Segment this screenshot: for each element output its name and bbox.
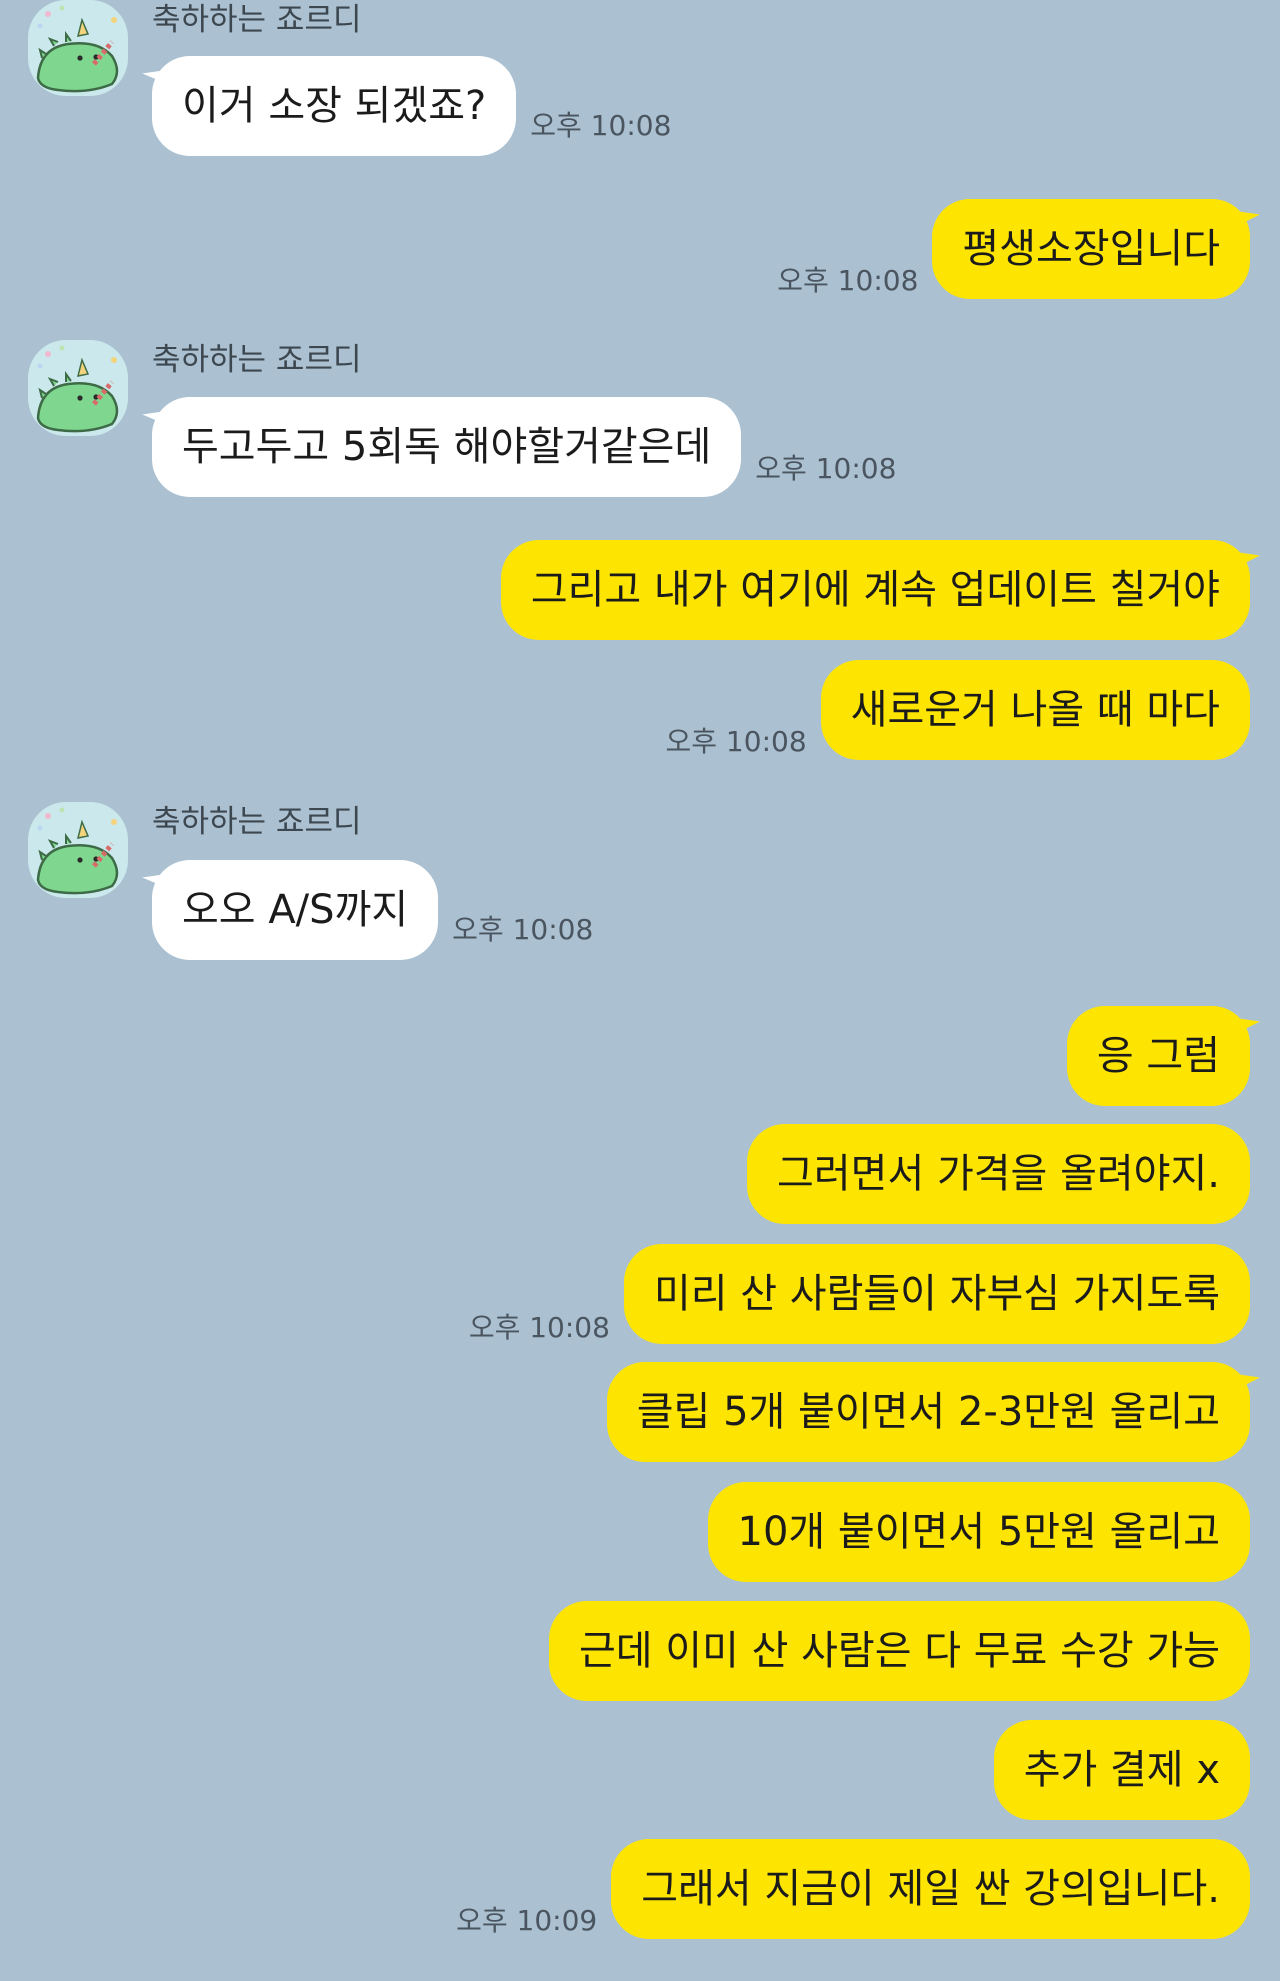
message-bubble-out[interactable]: 미리 산 사람들이 자부심 가지도록 오후 10:08: [469, 1244, 1250, 1344]
message-time: 오후 10:08: [530, 109, 672, 142]
chat-area: 축하하는 죠르디 이거 소장 되겠죠? 오후 10:08 평생소장입니다 오후 …: [0, 0, 1280, 1981]
message-bubble-out[interactable]: 그리고 내가 여기에 계속 업데이트 칠거야: [500, 540, 1250, 640]
message-bubble-out[interactable]: 그래서 지금이 제일 싼 강의입니다. 오후 10:09: [456, 1839, 1250, 1939]
message-text: 추가 결제 x: [1023, 1747, 1220, 1793]
message-time: 오후 10:08: [452, 913, 594, 946]
sender-name: 축하하는 죠르디: [152, 2, 362, 38]
message-text: 오오 A/S까지: [182, 887, 409, 933]
message-text: 10개 붙이면서 5만원 올리고: [737, 1509, 1221, 1555]
message-text: 그리고 내가 여기에 계속 업데이트 칠거야: [530, 567, 1220, 613]
jordy-avatar-icon[interactable]: [28, 0, 128, 96]
message-bubble-out[interactable]: 그러면서 가격을 올려야지.: [747, 1124, 1250, 1224]
message-bubble-out[interactable]: 새로운거 나올 때 마다 오후 10:08: [666, 660, 1250, 760]
message-bubble-out[interactable]: 클립 5개 붙이면서 2-3만원 올리고: [606, 1362, 1250, 1462]
message-bubble-in[interactable]: 이거 소장 되겠죠? 오후 10:08: [152, 56, 671, 156]
message-time: 오후 10:08: [755, 452, 897, 485]
message-text: 새로운거 나올 때 마다: [850, 687, 1220, 733]
message-text: 클립 5개 붙이면서 2-3만원 올리고: [636, 1389, 1220, 1435]
message-text: 그러면서 가격을 올려야지.: [777, 1151, 1220, 1197]
message-bubble-in[interactable]: 오오 A/S까지 오후 10:08: [152, 860, 593, 960]
message-text: 미리 산 사람들이 자부심 가지도록: [653, 1271, 1220, 1317]
message-text: 평생소장입니다: [962, 226, 1220, 272]
message-text: 그래서 지금이 제일 싼 강의입니다.: [641, 1866, 1220, 1912]
message-text: 응 그럼: [1096, 1033, 1220, 1079]
message-time: 오후 10:08: [665, 725, 807, 758]
message-bubble-out[interactable]: 근데 이미 산 사람은 다 무료 수강 가능: [548, 1601, 1250, 1701]
message-text: 근데 이미 산 사람은 다 무료 수강 가능: [578, 1628, 1220, 1674]
message-bubble-out[interactable]: 평생소장입니다 오후 10:08: [777, 199, 1250, 299]
message-text: 두고두고 5회독 해야할거같은데: [182, 424, 712, 470]
sender-name: 축하하는 죠르디: [152, 804, 362, 840]
jordy-avatar-icon[interactable]: [28, 802, 128, 898]
message-bubble-out[interactable]: 10개 붙이면서 5만원 올리고: [707, 1482, 1250, 1582]
message-time: 오후 10:08: [777, 264, 919, 297]
message-bubble-in[interactable]: 두고두고 5회독 해야할거같은데 오후 10:08: [152, 397, 896, 497]
message-time: 오후 10:09: [456, 1904, 598, 1937]
jordy-avatar-icon[interactable]: [28, 340, 128, 436]
message-bubble-out[interactable]: 응 그럼: [1066, 1006, 1250, 1106]
message-text: 이거 소장 되겠죠?: [182, 83, 487, 129]
sender-name: 축하하는 죠르디: [152, 342, 362, 378]
message-time: 오후 10:08: [468, 1311, 610, 1344]
message-bubble-out[interactable]: 추가 결제 x: [993, 1720, 1250, 1820]
